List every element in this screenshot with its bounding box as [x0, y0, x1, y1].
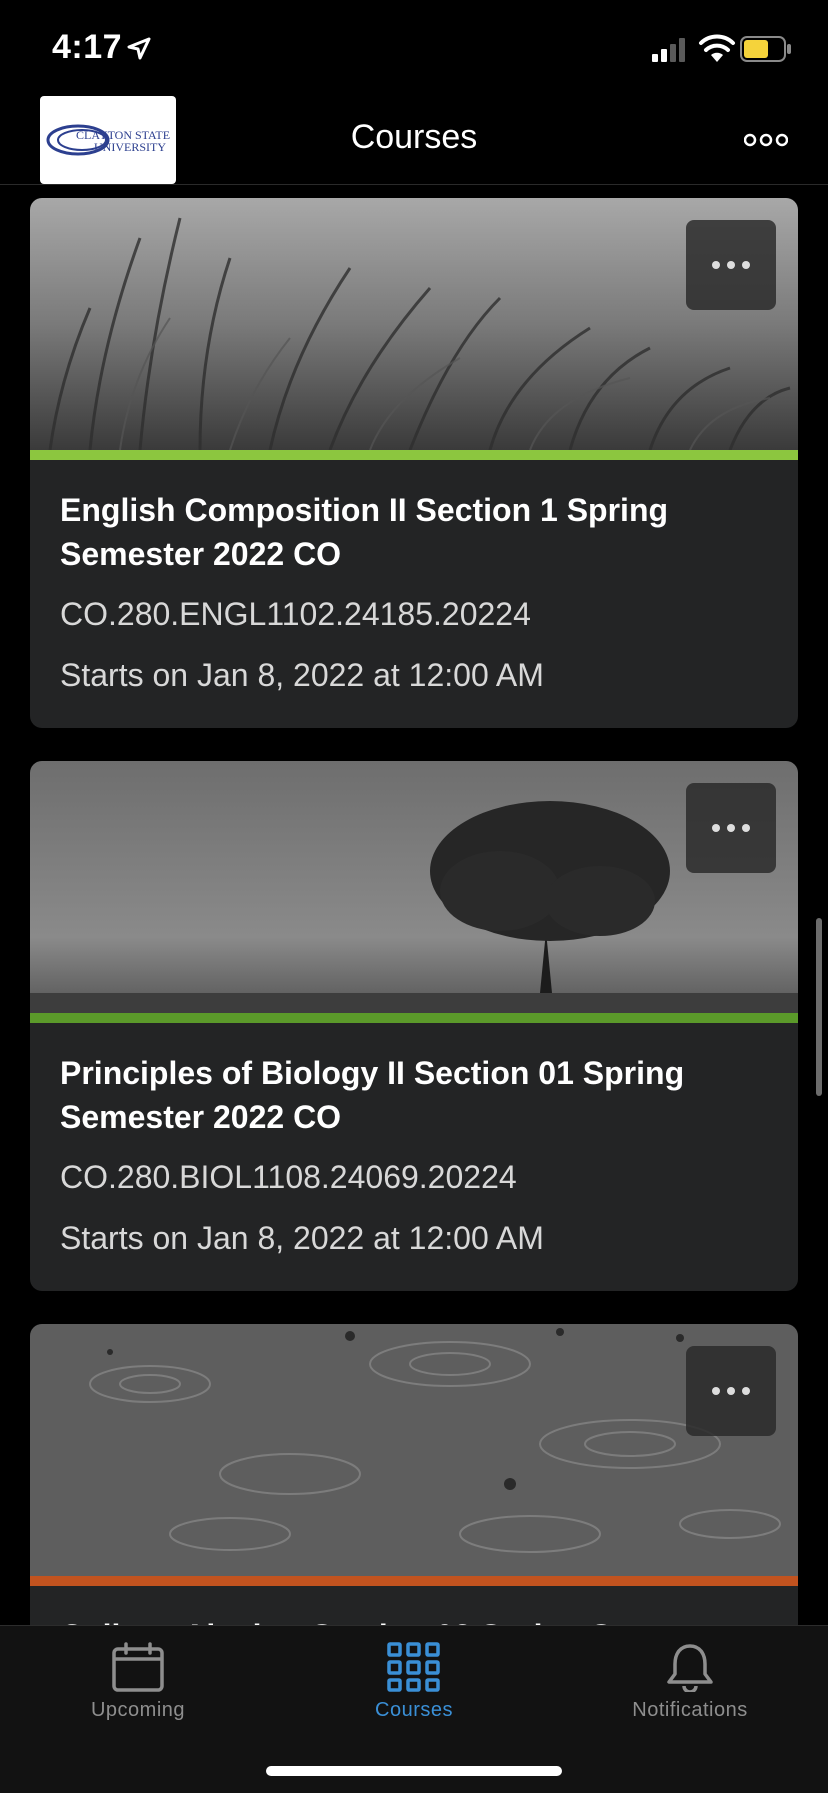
tab-upcoming[interactable]: Upcoming [0, 1626, 276, 1736]
course-color-stripe [30, 450, 798, 460]
status-bar: 4:17 [0, 0, 828, 96]
location-arrow-icon [127, 37, 151, 60]
tab-label: Courses [375, 1699, 453, 1721]
course-menu-button[interactable] [686, 1346, 776, 1436]
course-card[interactable]: College Algebra Section 02 Spring Semest… [30, 1324, 798, 1625]
scroll-indicator[interactable] [816, 918, 822, 1096]
course-color-stripe [30, 1576, 798, 1586]
course-menu-button[interactable] [686, 783, 776, 873]
course-banner-image-tree [30, 761, 798, 1013]
calendar-icon [112, 1642, 164, 1692]
cellular-signal-icon [652, 38, 685, 62]
tab-notifications[interactable]: Notifications [552, 1626, 828, 1736]
course-banner-image-rain [30, 1324, 798, 1576]
course-banner-image-wheat [30, 198, 798, 450]
battery-icon [740, 36, 791, 62]
course-color-stripe [30, 1013, 798, 1023]
ellipsis-icon [712, 261, 750, 269]
ellipsis-icon [712, 824, 750, 832]
status-time: 4:17 [52, 28, 123, 66]
ellipsis-icon [712, 1387, 750, 1395]
page-title: Courses [350, 118, 478, 156]
home-indicator [266, 1766, 562, 1776]
course-code: CO.280.BIOL1108.24069.20224 [60, 1159, 517, 1195]
nav-bar: CLAYTON STATE UNIVERSITY Courses [0, 96, 828, 185]
course-list[interactable]: English Composition II Section 1 Spring … [0, 185, 828, 1625]
wifi-icon [699, 34, 735, 62]
course-card[interactable]: English Composition II Section 1 Spring … [30, 198, 798, 728]
grid-icon [387, 1642, 440, 1692]
tab-courses[interactable]: Courses [276, 1626, 552, 1736]
course-title: English Composition II Section 1 Spring … [60, 492, 669, 572]
course-title: College Algebra Section 02 Spring Semest… [60, 1614, 760, 1625]
tab-label: Upcoming [90, 1699, 186, 1721]
more-options-icon[interactable] [744, 126, 788, 154]
course-start-date: Starts on Jan 8, 2022 at 12:00 AM [60, 1220, 544, 1256]
course-code: CO.280.ENGL1102.24185.20224 [60, 596, 531, 632]
course-card[interactable]: Principles of Biology II Section 01 Spri… [30, 761, 798, 1291]
course-title: Principles of Biology II Section 01 Spri… [60, 1055, 685, 1135]
bell-icon [667, 1644, 713, 1692]
course-menu-button[interactable] [686, 220, 776, 310]
course-start-date: Starts on Jan 8, 2022 at 12:00 AM [60, 657, 544, 693]
tab-label: Notifications [632, 1699, 748, 1721]
